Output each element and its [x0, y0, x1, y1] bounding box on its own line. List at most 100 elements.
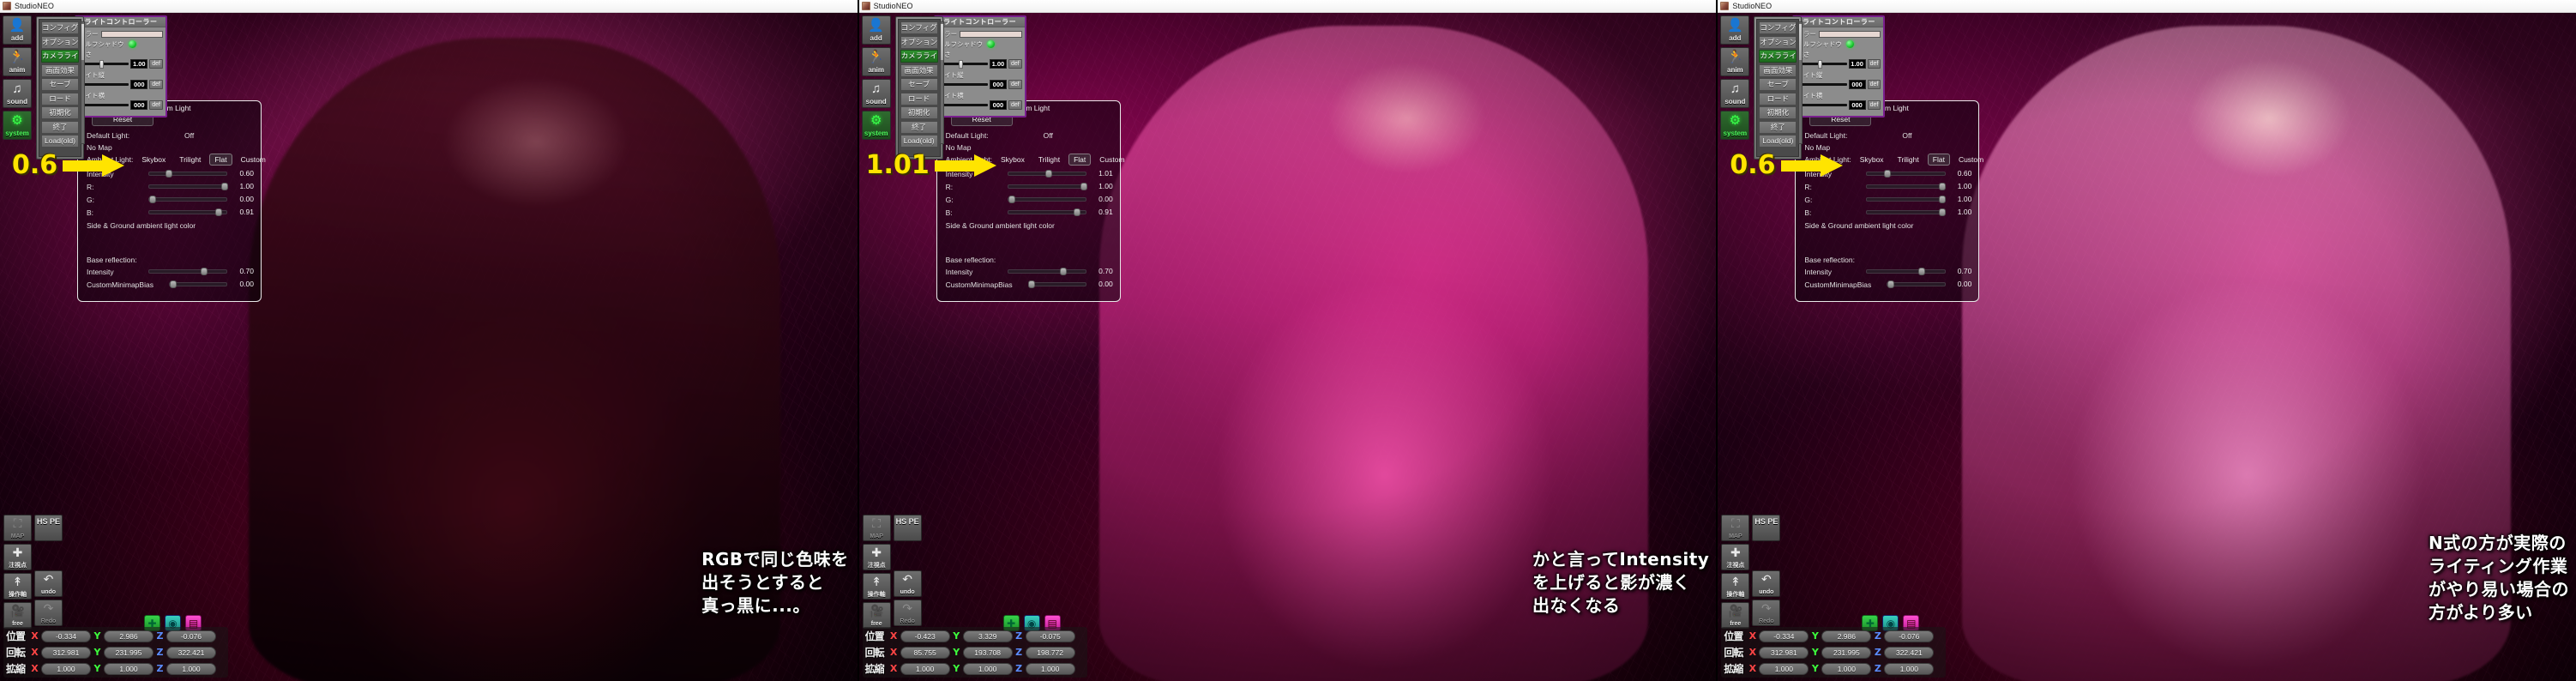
menu-item-exit[interactable]: 終了	[1759, 120, 1797, 134]
rotation-z-value[interactable]: 198.772	[1025, 646, 1075, 659]
b-slider[interactable]	[148, 208, 228, 216]
menu-item-option[interactable]: オプション	[41, 35, 79, 49]
rail-button-sound[interactable]: ♫ sound	[861, 79, 891, 108]
rail-button-system[interactable]: ⚙ system	[861, 111, 891, 140]
rail-button-anim[interactable]: 🏃 anim	[861, 47, 891, 76]
r-slider[interactable]	[1007, 182, 1087, 190]
rotation-z-value[interactable]: 322.421	[1884, 646, 1935, 659]
button-axis[interactable]: ↟ 操作軸	[1721, 573, 1750, 600]
position-x-value[interactable]: -0.423	[900, 630, 950, 642]
light-horizontal-default-button[interactable]: def	[1008, 100, 1022, 110]
menu-scrollbar[interactable]	[939, 21, 944, 144]
button-free-camera[interactable]: 🎥 free	[1721, 602, 1750, 629]
ambient-mode-custom[interactable]: Custom	[1953, 154, 1989, 166]
menu-scrollbar[interactable]	[1798, 21, 1803, 144]
strength-slider[interactable]	[79, 59, 129, 69]
button-free-camera[interactable]: 🎥 free	[862, 602, 891, 629]
menu-item-load-old[interactable]: Load(old)	[1759, 135, 1797, 148]
strength-slider[interactable]	[937, 59, 989, 69]
rail-button-add[interactable]: 👤 add	[1720, 15, 1750, 45]
ambient-mode-trilight[interactable]: Trilight	[1033, 154, 1065, 166]
ambient-mode-skybox[interactable]: Skybox	[136, 154, 171, 166]
scale-z-value[interactable]: 1.000	[166, 662, 216, 675]
rail-button-system[interactable]: ⚙ system	[1720, 111, 1750, 140]
rail-button-system[interactable]: ⚙ system	[3, 111, 32, 140]
button-map[interactable]: ⛶ MAP	[3, 515, 32, 541]
button-hs-pe[interactable]: HS PE	[34, 515, 63, 541]
position-z-value[interactable]: -0.076	[166, 630, 216, 642]
rotation-y-value[interactable]: 231.995	[104, 646, 153, 659]
position-x-value[interactable]: -0.334	[41, 630, 91, 642]
button-hs-pe[interactable]: HS PE	[1752, 515, 1781, 541]
default-light-value[interactable]: Off	[1044, 130, 1053, 142]
light-color-swatch[interactable]	[960, 30, 1022, 38]
light-horizontal-default-button[interactable]: def	[1867, 100, 1881, 110]
default-light-value[interactable]: Off	[1902, 130, 1911, 142]
b-slider[interactable]	[1007, 208, 1087, 216]
ambient-mode-skybox[interactable]: Skybox	[996, 154, 1030, 166]
menu-item-load-old[interactable]: Load(old)	[41, 135, 79, 148]
ambient-mode-custom[interactable]: Custom	[1094, 154, 1129, 166]
default-light-value[interactable]: Off	[184, 130, 194, 142]
button-hs-pe[interactable]: HS PE	[893, 515, 922, 541]
rotation-x-value[interactable]: 85.755	[900, 646, 950, 659]
menu-item-init[interactable]: 初期化	[900, 106, 938, 119]
rail-button-anim[interactable]: 🏃 anim	[1720, 47, 1750, 76]
custom-minimap-bias-slider[interactable]	[1027, 280, 1087, 288]
rotation-y-value[interactable]: 231.995	[1821, 646, 1872, 659]
light-vertical-default-button[interactable]: def	[149, 80, 163, 89]
scale-z-value[interactable]: 1.000	[1884, 662, 1935, 675]
menu-item-camera-light[interactable]: カメラライト	[900, 50, 938, 63]
menu-item-camera-light[interactable]: カメラライト	[1759, 50, 1797, 63]
menu-item-exit[interactable]: 終了	[41, 120, 79, 134]
b-slider[interactable]	[1866, 208, 1947, 216]
light-horizontal-slider[interactable]	[79, 100, 129, 110]
rail-button-add[interactable]: 👤 add	[861, 15, 891, 45]
rotation-x-value[interactable]: 312.981	[1759, 646, 1809, 659]
custom-minimap-bias-slider[interactable]	[1887, 280, 1947, 288]
menu-item-save[interactable]: セーブ	[900, 78, 938, 91]
rail-button-sound[interactable]: ♫ sound	[1720, 79, 1750, 108]
rotation-y-value[interactable]: 193.708	[962, 646, 1013, 659]
intensity-slider[interactable]	[148, 169, 228, 178]
menu-item-screen-effect[interactable]: 画面効果	[900, 63, 938, 77]
strength-default-button[interactable]: def	[149, 59, 163, 69]
light-vertical-slider[interactable]	[937, 80, 989, 89]
base-reflection-slider[interactable]	[1866, 267, 1947, 275]
menu-item-load[interactable]: ロード	[41, 92, 79, 105]
base-reflection-slider[interactable]	[1007, 267, 1087, 275]
menu-item-load[interactable]: ロード	[900, 92, 938, 105]
custom-minimap-bias-slider[interactable]	[169, 280, 228, 288]
button-axis[interactable]: ↟ 操作軸	[3, 573, 32, 600]
light-vertical-slider[interactable]	[79, 80, 129, 89]
intensity-slider[interactable]	[1007, 169, 1087, 178]
ambient-mode-skybox[interactable]: Skybox	[1855, 154, 1889, 166]
button-redo[interactable]: ↷ Redo	[34, 600, 63, 626]
button-free-camera[interactable]: 🎥 free	[3, 602, 32, 629]
menu-item-save[interactable]: セーブ	[1759, 78, 1797, 91]
button-redo[interactable]: ↷ Redo	[893, 600, 922, 626]
light-vertical-default-button[interactable]: def	[1008, 80, 1022, 89]
menu-item-save[interactable]: セーブ	[41, 78, 79, 91]
position-z-value[interactable]: -0.075	[1025, 630, 1075, 642]
r-slider[interactable]	[148, 182, 229, 190]
strength-default-button[interactable]: def	[1008, 59, 1022, 69]
position-y-value[interactable]: 2.986	[1821, 630, 1872, 642]
light-color-swatch[interactable]	[100, 30, 163, 38]
menu-item-screen-effect[interactable]: 画面効果	[41, 63, 79, 77]
g-slider[interactable]	[1866, 195, 1947, 203]
scale-x-value[interactable]: 1.000	[900, 662, 950, 675]
button-map[interactable]: ⛶ MAP	[1721, 515, 1750, 541]
position-y-value[interactable]: 3.329	[962, 630, 1013, 642]
menu-item-exit[interactable]: 終了	[900, 120, 938, 134]
button-map[interactable]: ⛶ MAP	[862, 515, 891, 541]
menu-item-config[interactable]: コンフィグ	[900, 21, 938, 34]
strength-default-button[interactable]: def	[1867, 59, 1881, 69]
light-vertical-slider[interactable]	[1797, 80, 1847, 89]
intensity-slider[interactable]	[1866, 169, 1947, 178]
ambient-mode-flat[interactable]: Flat	[1068, 154, 1092, 166]
scale-z-value[interactable]: 1.000	[1025, 662, 1075, 675]
light-color-swatch[interactable]	[1818, 30, 1881, 38]
g-slider[interactable]	[148, 195, 228, 203]
menu-scrollbar[interactable]	[81, 21, 85, 144]
